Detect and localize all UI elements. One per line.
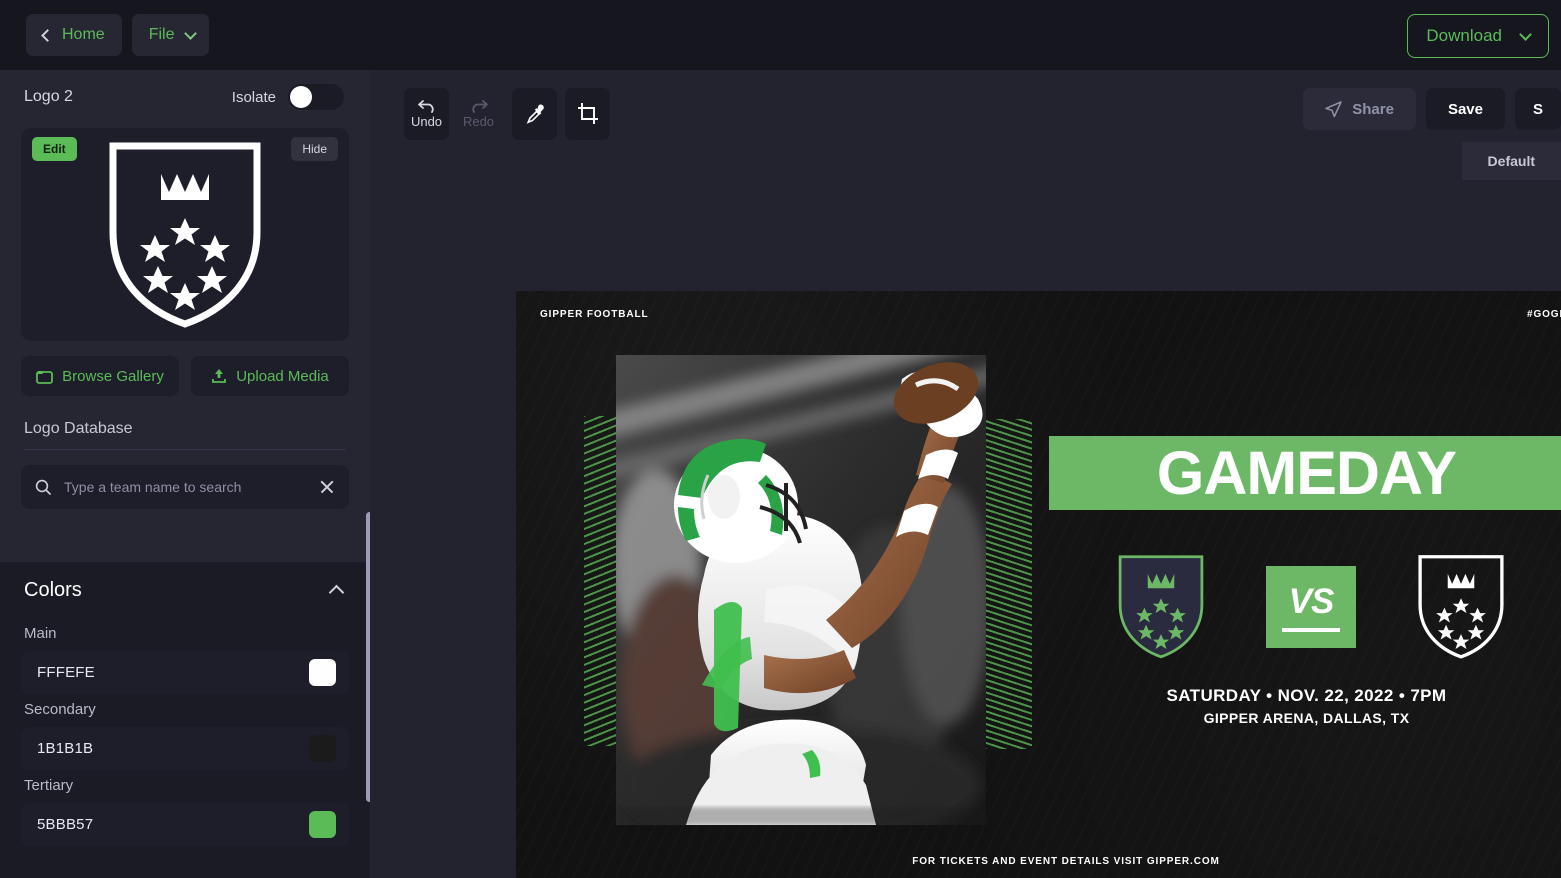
layer-title: Logo 2 (24, 88, 73, 105)
chevron-down-icon (1519, 27, 1532, 41)
home-team-shield-icon (1118, 555, 1204, 659)
chevron-left-icon (41, 28, 54, 42)
clear-search-icon[interactable] (319, 479, 335, 495)
logo-search-box[interactable] (21, 465, 349, 509)
secondary-color-hex: 1B1B1B (37, 740, 94, 757)
tertiary-color-hex: 5BBB57 (37, 816, 94, 833)
search-icon (35, 479, 52, 495)
main-color-swatch[interactable] (309, 659, 336, 686)
undo-button[interactable]: Undo (404, 88, 449, 140)
design-date-line: SATURDAY • NOV. 22, 2022 • 7PM (1166, 686, 1447, 705)
share-label: Share (1352, 100, 1394, 118)
vs-label: VS (1288, 581, 1335, 621)
main-color-hex: FFFEFE (37, 664, 95, 681)
tab-default[interactable]: Default (1461, 142, 1561, 180)
vs-badge: VS (1266, 565, 1356, 648)
browse-gallery-label: Browse Gallery (62, 367, 164, 385)
upload-media-label: Upload Media (236, 367, 329, 385)
crop-icon (577, 103, 598, 124)
undo-icon (417, 100, 434, 113)
hatch-decoration-right (982, 419, 1032, 749)
logo-database-label: Logo Database (24, 420, 133, 437)
browse-gallery-button[interactable]: Browse Gallery (21, 356, 179, 396)
editor-toolbar: Undo Redo Share Save S (370, 70, 1561, 142)
toggle-knob (290, 86, 312, 108)
eyedropper-icon (526, 104, 544, 124)
secondary-save-button[interactable]: S (1514, 88, 1561, 130)
gameday-headline: GAMEDAY (1156, 438, 1457, 507)
gallery-icon (36, 370, 54, 384)
design-venue-line: GIPPER ARENA, DALLAS, TX (1203, 710, 1410, 726)
secondary-color-field[interactable]: 1B1B1B (21, 727, 349, 770)
hide-logo-button[interactable]: Hide (291, 137, 338, 161)
share-button[interactable]: Share (1303, 88, 1416, 130)
redo-label: Redo (462, 114, 495, 129)
matchup-row: VS (1116, 554, 1506, 659)
design-photo[interactable] (616, 355, 986, 825)
upload-media-button[interactable]: Upload Media (191, 356, 349, 396)
chevron-down-icon (184, 26, 198, 40)
save-button[interactable]: Save (1425, 88, 1505, 130)
gameday-banner: GAMEDAY (1049, 436, 1561, 510)
editor-area: Undo Redo Share Save S Default GIPPER FO… (370, 70, 1561, 878)
vs-underline (1282, 627, 1340, 632)
media-actions: Browse Gallery Upload Media (21, 356, 349, 396)
search-input[interactable] (64, 479, 307, 495)
section-divider (24, 449, 346, 450)
colors-title: Colors (24, 578, 82, 601)
isolate-toggle[interactable] (288, 84, 344, 110)
isolate-label: Isolate (231, 88, 276, 106)
logo-preview-card[interactable]: Edit Hide (21, 128, 349, 341)
canvas-area[interactable]: GIPPER FOOTBALL #GOGIPPER (370, 180, 1561, 878)
eyedropper-button[interactable] (512, 88, 557, 140)
app-root: Home File Download Logo 2 Isolate Edit H… (0, 0, 1561, 878)
design-canvas[interactable]: GIPPER FOOTBALL #GOGIPPER (516, 291, 1561, 878)
design-footer-line: FOR TICKETS AND EVENT DETAILS VISIT GIPP… (912, 856, 1220, 867)
top-bar: Home File Download (0, 0, 1561, 70)
layer-header: Logo 2 Isolate (0, 70, 370, 124)
file-menu-button[interactable]: File (131, 14, 210, 56)
main-color-field[interactable]: FFFEFE (21, 651, 349, 694)
upload-icon (212, 369, 227, 383)
crop-button[interactable] (565, 88, 610, 140)
shield-logo-icon (109, 142, 261, 328)
chevron-up-icon[interactable] (328, 584, 345, 601)
tertiary-color-swatch[interactable] (309, 811, 336, 838)
variant-tabstrip: Default (1461, 142, 1561, 180)
download-button[interactable]: Download (1407, 14, 1549, 58)
colors-panel: Colors Main FFFEFE Secondary 1B1B1B Tert… (0, 562, 370, 878)
editor-actions: Share Save S (1303, 88, 1561, 130)
redo-button[interactable]: Redo (456, 88, 501, 140)
left-sidebar: Logo 2 Isolate Edit Hide Browse Gallery … (0, 70, 370, 878)
share-icon (1325, 100, 1342, 117)
home-button-label: Home (62, 26, 105, 43)
tertiary-color-field[interactable]: 5BBB57 (21, 803, 349, 846)
main-color-label: Main (24, 625, 57, 642)
secondary-color-swatch[interactable] (309, 735, 336, 762)
home-button[interactable]: Home (26, 14, 122, 56)
redo-icon (471, 100, 488, 113)
tertiary-color-label: Tertiary (24, 777, 74, 794)
design-brand-label: GIPPER FOOTBALL (540, 309, 649, 320)
away-team-shield-icon (1418, 555, 1504, 659)
edit-logo-button[interactable]: Edit (32, 137, 77, 161)
colors-header[interactable]: Colors (0, 562, 370, 618)
secondary-color-label: Secondary (24, 701, 96, 718)
download-button-label: Download (1426, 26, 1502, 45)
design-hashtag: #GOGIPPER (1526, 309, 1561, 320)
undo-label: Undo (410, 114, 443, 129)
isolate-control: Isolate (232, 84, 344, 110)
file-menu-label: File (148, 26, 175, 43)
football-player-photo (616, 355, 986, 825)
